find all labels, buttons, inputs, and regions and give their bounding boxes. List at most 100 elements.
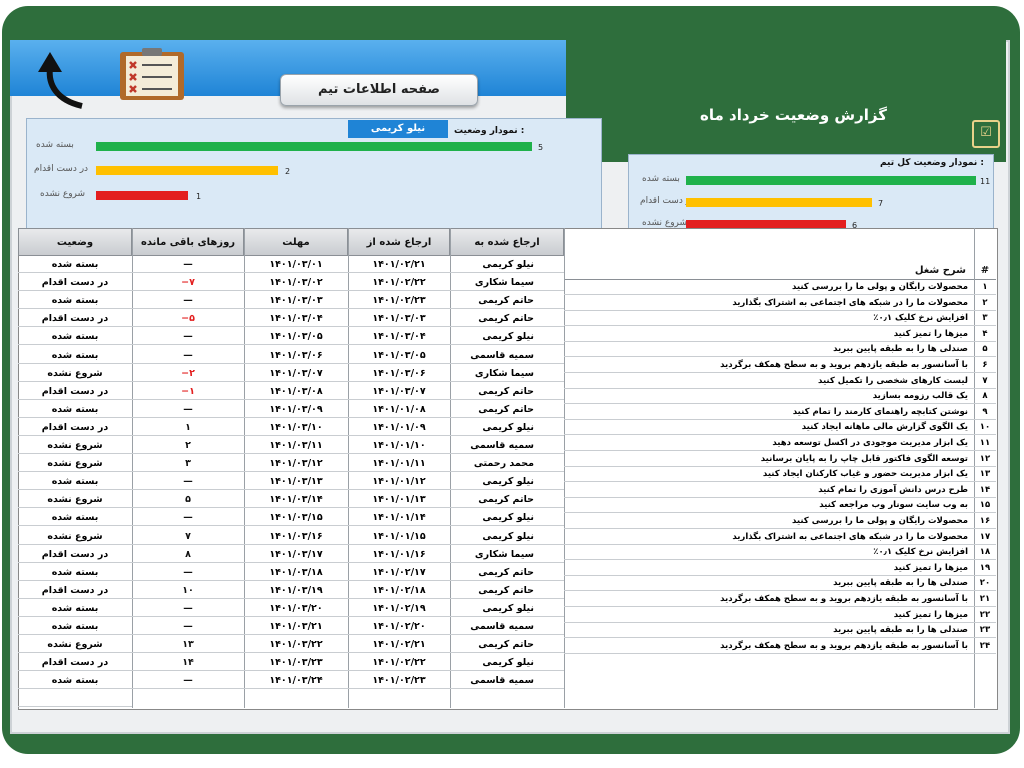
assigned-from-cell[interactable]: ۱۴۰۱/۰۱/۱۰ [348, 437, 450, 454]
assigned-to-cell[interactable]: حاتم کریمی [450, 636, 564, 654]
assigned-from-cell[interactable]: ۱۴۰۱/۰۲/۱۸ [348, 582, 450, 599]
deadline-cell[interactable]: ۱۴۰۱/۰۳/۲۰ [244, 600, 348, 617]
status-cell[interactable]: بسته شده [18, 509, 132, 527]
days-left-cell[interactable]: ۲ [132, 437, 244, 454]
assigned-from-cell[interactable]: ۱۴۰۱/۰۳/۰۳ [348, 310, 450, 328]
deadline-cell[interactable]: ۱۴۰۱/۰۳/۰۶ [244, 347, 348, 364]
deadline-cell[interactable]: ۱۴۰۱/۰۳/۰۹ [244, 401, 348, 418]
deadline-cell[interactable]: ۱۴۰۱/۰۳/۱۵ [244, 509, 348, 527]
status-cell[interactable]: بسته شده [18, 401, 132, 418]
deadline-cell[interactable]: ۱۴۰۱/۰۳/۰۳ [244, 292, 348, 310]
deadline-cell[interactable]: ۱۴۰۱/۰۳/۰۷ [244, 365, 348, 382]
assigned-to-cell[interactable]: سیما شکاری [450, 546, 564, 563]
assigned-from-cell[interactable]: ۱۴۰۱/۰۲/۲۱ [348, 636, 450, 654]
deadline-cell[interactable]: ۱۴۰۱/۰۳/۰۸ [244, 383, 348, 400]
assigned-to-cell[interactable]: حاتم کریمی [450, 491, 564, 509]
assigned-from-cell[interactable]: ۱۴۰۱/۰۲/۱۷ [348, 564, 450, 581]
assigned-from-cell[interactable]: ۱۴۰۱/۰۱/۱۱ [348, 455, 450, 473]
description-cell[interactable]: محصولات رایگان و پولی ما را بررسی کنید [564, 514, 974, 529]
description-cell[interactable]: طرح درس دانش آموزی را تمام کنید [564, 483, 974, 498]
days-left-cell[interactable]: — [132, 401, 244, 418]
status-cell[interactable]: بسته شده [18, 600, 132, 617]
deadline-cell[interactable]: ۱۴۰۱/۰۳/۱۶ [244, 528, 348, 545]
assigned-to-cell[interactable]: حاتم کریمی [450, 310, 564, 328]
deadline-cell[interactable]: ۱۴۰۱/۰۳/۲۲ [244, 636, 348, 654]
days-left-cell[interactable]: ۱ [132, 419, 244, 436]
days-left-cell[interactable]: −۲ [132, 365, 244, 382]
status-cell[interactable]: بسته شده [18, 292, 132, 310]
status-cell[interactable]: بسته شده [18, 347, 132, 364]
col-header-days-left[interactable]: روزهای باقی مانده [132, 228, 244, 256]
assigned-from-cell[interactable]: ۱۴۰۱/۰۱/۰۸ [348, 401, 450, 418]
clipboard-checklist-icon[interactable] [118, 48, 186, 102]
description-cell[interactable]: با آسانسور به طبقه یازدهم بروید و به سطح… [564, 592, 974, 607]
assigned-from-cell[interactable]: ۱۴۰۱/۰۳/۰۵ [348, 347, 450, 364]
assigned-from-cell[interactable]: ۱۴۰۱/۰۲/۲۲ [348, 274, 450, 292]
description-cell[interactable]: لیست کارهای شخصی را تکمیل کنید [564, 374, 974, 389]
days-left-cell[interactable]: ۵ [132, 491, 244, 509]
days-left-cell[interactable]: ۱۴ [132, 654, 244, 672]
assigned-to-cell[interactable]: حاتم کریمی [450, 383, 564, 400]
assigned-from-cell[interactable]: ۱۴۰۱/۰۱/۰۹ [348, 419, 450, 436]
assigned-from-cell[interactable]: ۱۴۰۱/۰۲/۱۹ [348, 600, 450, 617]
days-left-cell[interactable]: −۷ [132, 274, 244, 292]
deadline-cell[interactable]: ۱۴۰۱/۰۳/۱۱ [244, 437, 348, 454]
assigned-from-cell[interactable]: ۱۴۰۱/۰۲/۲۰ [348, 618, 450, 635]
days-left-cell[interactable]: ۸ [132, 546, 244, 563]
status-cell[interactable]: در دست اقدام [18, 654, 132, 672]
col-header-description[interactable]: شرح شغل [564, 262, 974, 280]
days-left-cell[interactable]: — [132, 600, 244, 617]
col-header-status[interactable]: وضعیت [18, 228, 132, 256]
status-cell[interactable]: در دست اقدام [18, 274, 132, 292]
days-left-cell[interactable]: −۱ [132, 383, 244, 400]
col-header-assigned-from[interactable]: ارجاع شده از [348, 228, 450, 256]
status-cell[interactable]: بسته شده [18, 672, 132, 690]
curved-arrow-up-icon[interactable] [36, 50, 92, 110]
description-cell[interactable]: صندلی ها را به طبقه پایین ببرید [564, 576, 974, 592]
days-left-cell[interactable]: ۱۳ [132, 636, 244, 654]
deadline-cell[interactable]: ۱۴۰۱/۰۳/۱۸ [244, 564, 348, 581]
assigned-to-cell[interactable]: نیلو کریمی [450, 654, 564, 672]
deadline-cell[interactable]: ۱۴۰۱/۰۳/۱۰ [244, 419, 348, 436]
description-cell[interactable]: یک ابزار مدیریت حضور و غیاب کارکنان ایجا… [564, 467, 974, 483]
assigned-from-cell[interactable]: ۱۴۰۱/۰۳/۰۴ [348, 328, 450, 346]
assigned-from-cell[interactable]: ۱۴۰۱/۰۱/۱۶ [348, 546, 450, 563]
description-cell[interactable]: صندلی ها را به طبقه پایین ببرید [564, 623, 974, 639]
assigned-to-cell[interactable]: حاتم کریمی [450, 564, 564, 581]
assigned-from-cell[interactable]: ۱۴۰۱/۰۱/۱۲ [348, 473, 450, 491]
deadline-cell[interactable]: ۱۴۰۱/۰۳/۰۱ [244, 256, 348, 273]
status-cell[interactable]: بسته شده [18, 256, 132, 273]
assigned-to-cell[interactable]: نیلو کریمی [450, 600, 564, 617]
status-cell[interactable]: بسته شده [18, 473, 132, 491]
days-left-cell[interactable]: — [132, 473, 244, 491]
assigned-to-cell[interactable]: سیما شکاری [450, 365, 564, 382]
assigned-from-cell[interactable]: ۱۴۰۱/۰۲/۲۲ [348, 654, 450, 672]
deadline-cell[interactable]: ۱۴۰۱/۰۳/۱۳ [244, 473, 348, 491]
assigned-to-cell[interactable]: نیلو کریمی [450, 473, 564, 491]
col-header-assigned-to[interactable]: ارجاع شده به [450, 228, 564, 256]
deadline-cell[interactable]: ۱۴۰۱/۰۳/۲۳ [244, 654, 348, 672]
assigned-to-cell[interactable]: سمیه قاسمی [450, 347, 564, 364]
status-cell[interactable]: بسته شده [18, 564, 132, 581]
description-cell[interactable]: صندلی ها را به طبقه پایین ببرید [564, 342, 974, 358]
description-cell[interactable]: محصولات رایگان و پولی ما را بررسی کنید [564, 280, 974, 295]
assigned-to-cell[interactable]: حاتم کریمی [450, 292, 564, 310]
assigned-from-cell[interactable]: ۱۴۰۱/۰۱/۱۵ [348, 528, 450, 545]
deadline-cell[interactable]: ۱۴۰۱/۰۳/۱۷ [244, 546, 348, 563]
assigned-to-cell[interactable]: حاتم کریمی [450, 401, 564, 418]
deadline-cell[interactable]: ۱۴۰۱/۰۳/۰۵ [244, 328, 348, 346]
days-left-cell[interactable]: −۵ [132, 310, 244, 328]
assigned-from-cell[interactable]: ۱۴۰۱/۰۱/۱۳ [348, 491, 450, 509]
assigned-to-cell[interactable]: سمیه قاسمی [450, 618, 564, 635]
status-cell[interactable]: شروع نشده [18, 437, 132, 454]
description-cell[interactable]: افزایش نرخ کلیک ۰٫۱٪ [564, 545, 974, 561]
assigned-to-cell[interactable]: محمد رحمتی [450, 455, 564, 473]
status-cell[interactable]: در دست اقدام [18, 582, 132, 599]
assigned-to-cell[interactable]: نیلو کریمی [450, 256, 564, 273]
status-cell[interactable]: بسته شده [18, 328, 132, 346]
assigned-to-cell[interactable]: سیما شکاری [450, 274, 564, 292]
status-cell[interactable]: در دست اقدام [18, 419, 132, 436]
deadline-cell[interactable]: ۱۴۰۱/۰۳/۰۲ [244, 274, 348, 292]
days-left-cell[interactable]: ۱۰ [132, 582, 244, 599]
status-cell[interactable]: در دست اقدام [18, 310, 132, 328]
